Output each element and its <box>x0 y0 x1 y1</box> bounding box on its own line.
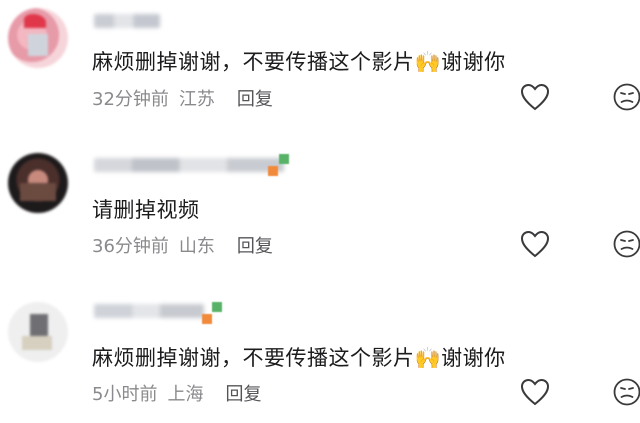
user-badge-icon <box>279 154 289 164</box>
comment-text: 请删掉视频 <box>92 198 200 222</box>
username-blurred[interactable] <box>94 158 284 172</box>
frown-face-icon[interactable] <box>612 377 640 407</box>
user-badge-icon <box>268 166 278 176</box>
comment-time: 5小时前 <box>92 384 158 405</box>
comment-location: 山东 <box>178 236 215 257</box>
reply-button[interactable]: 回复 <box>225 384 261 405</box>
comment-item: 麻烦删掉谢谢，不要传播这个影片🙌谢谢你 5小时前 上海 回复 <box>0 0 640 406</box>
avatar[interactable] <box>8 302 68 362</box>
heart-icon[interactable] <box>520 378 550 406</box>
avatar[interactable] <box>8 153 68 213</box>
comment-meta: 5小时前 上海 回复 <box>92 380 261 406</box>
user-badge-icon <box>202 314 212 324</box>
comment-location: 上海 <box>167 384 204 405</box>
comment-time: 36分钟前 <box>92 236 169 257</box>
comment-text: 麻烦删掉谢谢，不要传播这个影片🙌谢谢你 <box>92 346 506 370</box>
username-blurred[interactable] <box>94 304 204 318</box>
heart-icon[interactable] <box>520 230 550 258</box>
frown-face-icon[interactable] <box>612 229 640 259</box>
reply-button[interactable]: 回复 <box>237 236 273 257</box>
comment-meta: 36分钟前 山东 回复 <box>92 232 273 258</box>
user-badge-icon <box>212 302 222 312</box>
